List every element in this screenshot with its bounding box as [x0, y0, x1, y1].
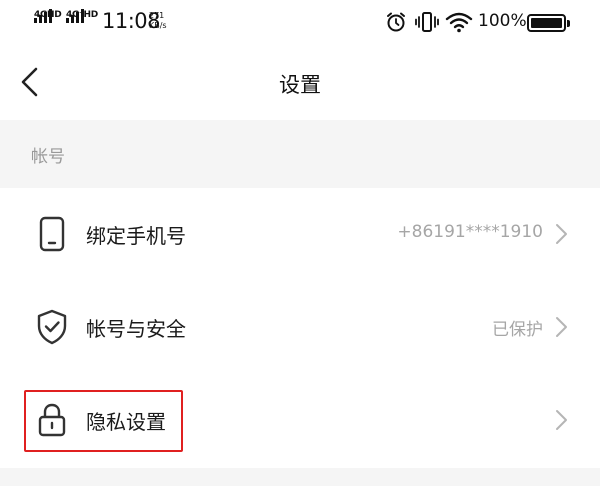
- battery-icon: [527, 14, 570, 32]
- network-speed-unit: KB/s: [149, 21, 167, 30]
- section-header-account: 帐号: [0, 120, 600, 188]
- privacy-settings-row[interactable]: 隐私设置: [0, 374, 600, 467]
- vibrate-icon: [415, 12, 439, 32]
- alarm-icon: [387, 12, 405, 32]
- battery-fill: [531, 18, 562, 28]
- bind-phone-row[interactable]: 绑定手机号 +86191****1910: [0, 188, 600, 281]
- nav-header: 设置: [0, 44, 600, 120]
- section-label: 帐号: [31, 147, 65, 167]
- chevron-right-icon: [556, 317, 567, 337]
- settings-screen: 4GHD 4G⁺HD 11:08 271 KB/s: [0, 0, 600, 486]
- account-security-row[interactable]: 帐号与安全 已保护: [0, 281, 600, 374]
- account-security-label: 帐号与安全: [86, 317, 186, 341]
- network-speed-value: 271: [149, 11, 165, 20]
- chevron-right-icon: [556, 224, 567, 244]
- section-divider: [0, 468, 600, 486]
- network-speed: 271 KB/s: [149, 11, 167, 31]
- shield-check-icon: [37, 309, 67, 345]
- wifi-icon: [445, 12, 473, 33]
- battery-percent: 100%: [478, 11, 527, 31]
- privacy-settings-label: 隐私设置: [86, 410, 166, 434]
- status-bar: 4GHD 4G⁺HD 11:08 271 KB/s: [0, 0, 600, 44]
- phone-icon: [39, 216, 65, 252]
- bind-phone-label: 绑定手机号: [86, 224, 186, 248]
- bind-phone-value: +86191****1910: [397, 222, 543, 242]
- account-security-status: 已保护: [492, 320, 543, 340]
- lock-icon: [38, 403, 66, 437]
- chevron-right-icon: [556, 410, 567, 430]
- page-title: 设置: [279, 73, 321, 97]
